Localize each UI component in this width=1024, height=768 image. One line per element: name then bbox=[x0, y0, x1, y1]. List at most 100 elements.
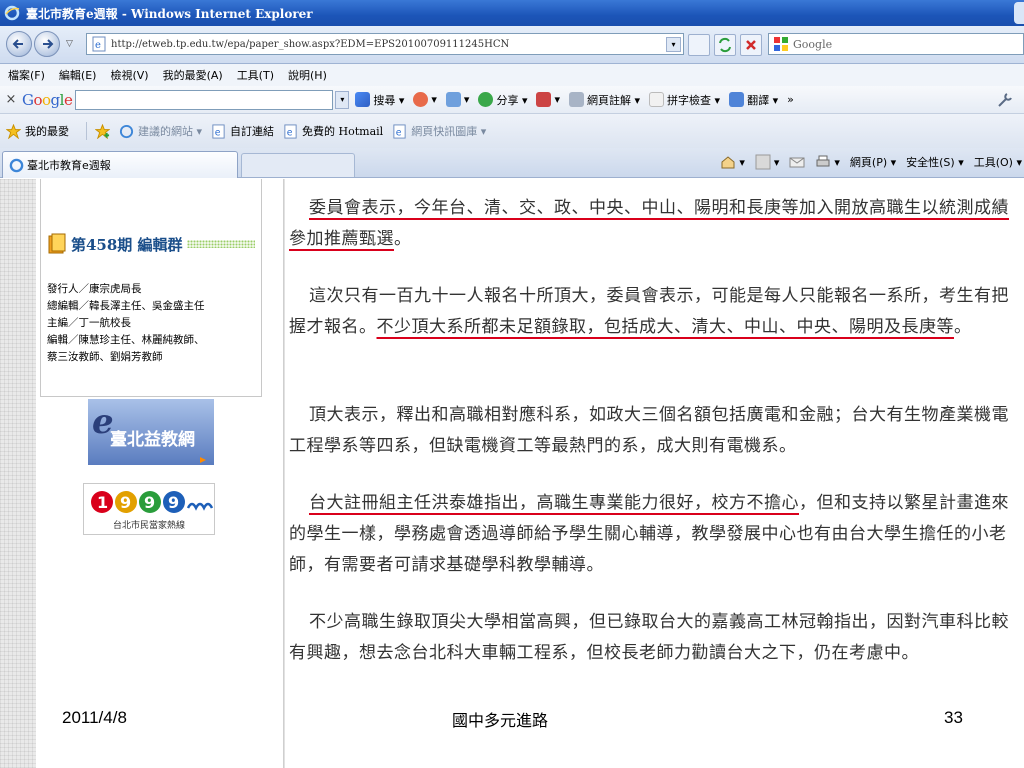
editor-line: 蔡三汝教師、劉娟芳教師 bbox=[47, 351, 163, 363]
hotmail-link[interactable]: e 免費的 Hotmail bbox=[283, 123, 383, 139]
tab-e-weekly[interactable]: 臺北市教育e週報 bbox=[2, 151, 238, 178]
more-tools-button[interactable]: » bbox=[787, 93, 794, 106]
hotline-1999-logo[interactable]: 1 9 9 9 台北市民當家熱線 bbox=[83, 483, 215, 535]
translate-button[interactable]: 翻譯 ▾ bbox=[729, 92, 778, 108]
menu-file[interactable]: 檔案(F) bbox=[8, 67, 45, 83]
web-slice-gallery-link[interactable]: e 網頁快訊圖庫 ▾ bbox=[392, 123, 486, 139]
forward-button[interactable] bbox=[34, 31, 60, 57]
menu-tools[interactable]: 工具(T) bbox=[237, 67, 274, 83]
address-dropdown-icon[interactable]: ▾ bbox=[666, 37, 681, 52]
menu-help[interactable]: 說明(H) bbox=[288, 67, 327, 83]
home-button[interactable]: ▾ bbox=[720, 154, 745, 170]
google-search-dropdown-icon[interactable]: ▾ bbox=[335, 90, 350, 109]
page-menu-label: 網頁(P) ▾ bbox=[849, 156, 897, 169]
back-button[interactable] bbox=[6, 31, 32, 57]
column-divider bbox=[283, 179, 285, 768]
share-icon bbox=[478, 92, 494, 107]
search-input[interactable]: Google bbox=[768, 33, 1024, 55]
page-icon: e bbox=[92, 36, 106, 52]
hotline-digit: 9 bbox=[168, 493, 179, 512]
popup-blocker-label: ▾ bbox=[554, 93, 561, 106]
google-search-button[interactable]: 搜尋 ▾ bbox=[355, 92, 404, 108]
paragraph-tail: 。 bbox=[394, 229, 412, 249]
close-toolbar-icon[interactable]: × bbox=[0, 92, 22, 107]
paragraph-text: 不少高職生錄取頂尖大學相當高興，但已錄取台大的嘉義高工林冠翰指出，因對汽車科比較… bbox=[289, 612, 1009, 663]
address-input[interactable]: e http://etweb.tp.edu.tw/epa/paper_show.… bbox=[86, 33, 684, 55]
toolbar-bookmark-button[interactable]: ▾ bbox=[413, 92, 437, 107]
forward-arrow-icon bbox=[43, 39, 54, 49]
add-favorite-star-icon bbox=[95, 123, 110, 139]
suggested-sites-link[interactable]: 建議的網站 ▾ bbox=[119, 123, 202, 139]
menu-favorites[interactable]: 我的最愛(A) bbox=[163, 67, 223, 83]
google-logo-letter: o bbox=[42, 90, 51, 109]
feeds-button[interactable]: ▾ bbox=[755, 154, 780, 170]
stop-icon[interactable] bbox=[740, 34, 762, 56]
slide-number: 33 bbox=[944, 708, 963, 727]
mail-button[interactable] bbox=[789, 154, 805, 170]
tools-menu[interactable]: 工具(O) ▾ bbox=[974, 154, 1022, 170]
hotline-caption: 台北市民當家熱線 bbox=[112, 521, 185, 531]
back-arrow-icon bbox=[12, 39, 23, 49]
share-button[interactable]: 分享 ▾ bbox=[478, 92, 527, 108]
print-button[interactable]: ▾ bbox=[815, 154, 840, 170]
paragraph-tail: 。 bbox=[954, 317, 972, 337]
ie-page-icon: e bbox=[284, 123, 297, 139]
e-education-net-logo-text: 臺北益教網 bbox=[110, 429, 195, 450]
feeds-dropdown: ▾ bbox=[773, 155, 780, 169]
article-paragraph: 台大註冊組主任洪泰雄指出，高職生專業能力很好，校方不擔心，但和支持以繁星計畫進來… bbox=[289, 488, 1024, 581]
favorites-button[interactable]: 我的最愛 bbox=[6, 123, 69, 139]
hotline-1999-graphic: 1 9 9 9 bbox=[91, 491, 214, 513]
compatibility-view-icon[interactable] bbox=[688, 34, 710, 56]
internet-explorer-icon bbox=[4, 5, 20, 21]
menu-edit[interactable]: 編輯(E) bbox=[59, 67, 97, 83]
command-bar: ▾ ▾ ▾ 網頁(P) ▾ 安全性(S) ▾ 工具(O) ▾ bbox=[720, 154, 1024, 170]
svg-text:e: e bbox=[287, 127, 293, 138]
recent-pages-dropdown-icon[interactable]: ▽ bbox=[66, 39, 73, 49]
wrench-icon[interactable] bbox=[996, 91, 1014, 109]
svg-text:e: e bbox=[215, 127, 221, 138]
issue-title: 第458期 編輯群 bbox=[71, 235, 183, 254]
sidewiki-button[interactable]: 網頁註解 ▾ bbox=[569, 92, 640, 108]
home-icon bbox=[721, 156, 735, 169]
menu-bar: 檔案(F) 編輯(E) 檢視(V) 我的最愛(A) 工具(T) 說明(H) bbox=[0, 64, 1024, 86]
editor-line: 總編輯／韓長澤主任、吳金盛主任 bbox=[47, 300, 205, 312]
page-content: 第458期 編輯群 發行人／康宗虎局長 總編輯／韓長澤主任、吳金盛主任 主編／丁… bbox=[0, 179, 1024, 768]
star-icon bbox=[6, 123, 21, 139]
add-button-icon bbox=[445, 92, 461, 107]
custom-links-link[interactable]: e 自訂連結 bbox=[211, 123, 274, 139]
slide-date: 2011/4/8 bbox=[62, 708, 127, 727]
ie-page-icon: e bbox=[212, 123, 225, 139]
toolbar-bookmark-label: ▾ bbox=[431, 93, 437, 106]
google-search-label: 搜尋 ▾ bbox=[373, 93, 405, 107]
comment-icon bbox=[569, 92, 585, 107]
ie-page-icon bbox=[119, 124, 134, 138]
toolbar-add-button[interactable]: ▾ bbox=[445, 92, 470, 107]
popup-blocker-button[interactable]: ▾ bbox=[536, 92, 560, 107]
more-tools-label: » bbox=[787, 93, 794, 106]
share-label: 分享 ▾ bbox=[496, 93, 528, 107]
toolbar-add-label: ▾ bbox=[463, 93, 470, 106]
new-tab-button[interactable] bbox=[241, 153, 355, 177]
google-search-icon bbox=[355, 92, 371, 107]
add-favorites-button[interactable] bbox=[95, 123, 110, 139]
spellcheck-button[interactable]: 拼字檢查 ▾ bbox=[649, 92, 720, 108]
tab-row: 臺北市教育e週報 ▾ ▾ ▾ 網頁(P) ▾ 安全性(S) ▾ 工具(O) ▾ bbox=[0, 148, 1024, 178]
window-control-button[interactable] bbox=[1014, 2, 1024, 24]
favorites-bar: 我的最愛 建議的網站 ▾ e 自訂連結 e 免費的 Hotmail e 網頁快訊… bbox=[0, 114, 1024, 148]
highlighted-sentence: 不少頂大系所都未足額錄取，包括成大、清大、中山、中央、陽明及長庚等 bbox=[376, 317, 954, 337]
google-logo-letter: e bbox=[63, 90, 73, 109]
sidebar-pattern bbox=[0, 179, 36, 768]
tools-menu-label: 工具(O) ▾ bbox=[973, 156, 1022, 169]
hotmail-label: 免費的 Hotmail bbox=[302, 125, 384, 138]
svg-text:e: e bbox=[396, 127, 402, 138]
safety-menu[interactable]: 安全性(S) ▾ bbox=[906, 154, 964, 170]
article-paragraph: 委員會表示，今年台、清、交、政、中央、中山、陽明和長庚等加入開放高職生以統測成績… bbox=[289, 193, 1024, 255]
e-education-net-logo[interactable]: e 臺北益教網 bbox=[88, 399, 214, 465]
window-title-bar[interactable]: 臺北市教育e週報 - Windows Internet Explorer bbox=[0, 0, 1024, 26]
address-url: http://etweb.tp.edu.tw/epa/paper_show.as… bbox=[111, 38, 510, 50]
page-menu[interactable]: 網頁(P) ▾ bbox=[850, 154, 896, 170]
editor-line: 發行人／康宗虎局長 bbox=[47, 283, 142, 295]
menu-view[interactable]: 檢視(V) bbox=[110, 67, 148, 83]
google-search-input[interactable] bbox=[75, 89, 334, 110]
refresh-icon[interactable] bbox=[714, 34, 736, 56]
